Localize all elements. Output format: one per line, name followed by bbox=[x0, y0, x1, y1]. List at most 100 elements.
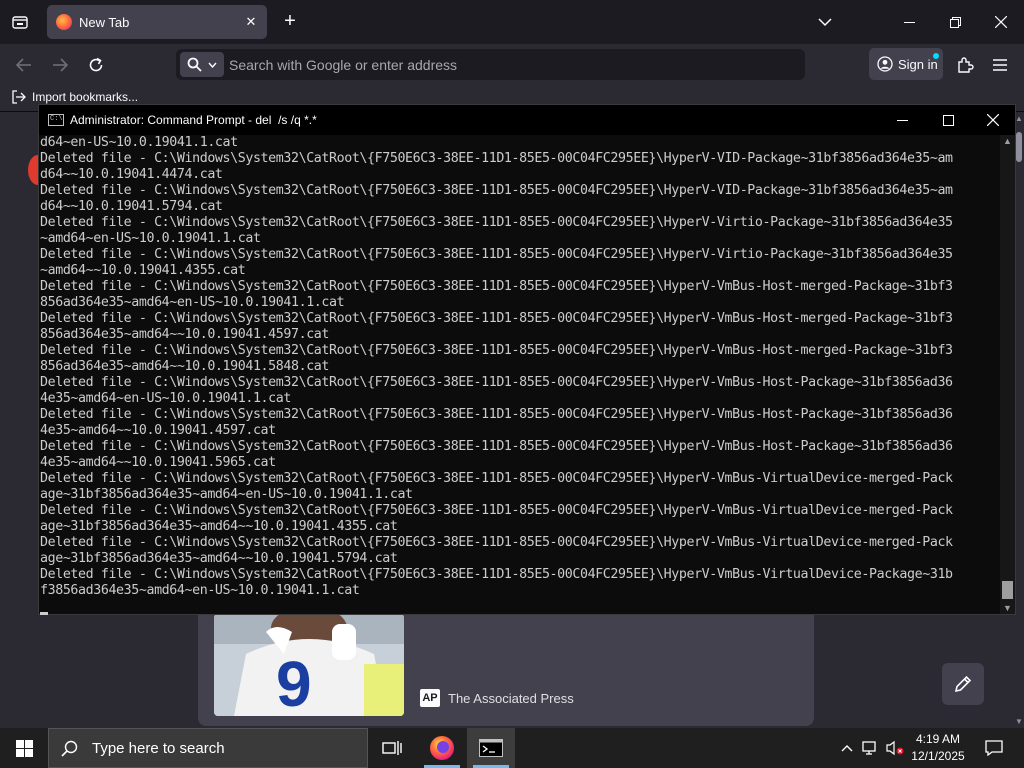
close-window-button[interactable] bbox=[978, 0, 1024, 44]
taskbar-command-prompt[interactable] bbox=[467, 728, 515, 768]
cmd-title-bar[interactable]: C:\ Administrator: Command Prompt - del … bbox=[39, 105, 1015, 135]
cmd-output-line: Deleted file - C:\Windows\System32\CatRo… bbox=[40, 215, 953, 230]
import-bookmarks-button[interactable]: Import bookmarks... bbox=[12, 90, 138, 104]
cmd-output-line: Deleted file - C:\Windows\System32\CatRo… bbox=[40, 375, 953, 390]
cmd-output-line: Deleted file - C:\Windows\System32\CatRo… bbox=[40, 343, 953, 358]
story-image[interactable]: 9 bbox=[214, 614, 404, 716]
cmd-output-line: Deleted file - C:\Windows\System32\CatRo… bbox=[40, 471, 953, 486]
football-player-image: 9 bbox=[214, 614, 404, 716]
import-icon bbox=[12, 90, 26, 104]
cmd-output-line: Deleted file - C:\Windows\System32\CatRo… bbox=[40, 279, 953, 294]
action-center-button[interactable] bbox=[976, 728, 1012, 768]
close-icon bbox=[995, 16, 1007, 28]
sign-in-label: Sign in bbox=[898, 56, 938, 72]
ap-logo-icon: AP bbox=[420, 689, 440, 707]
cmd-output-line: f3856ad364e35~amd64~en-US~10.0.19041.1.c… bbox=[40, 583, 360, 598]
cmd-output-line: 4e35~amd64~~10.0.19041.4597.cat bbox=[40, 423, 276, 438]
start-button[interactable] bbox=[0, 728, 48, 768]
clock-time: 4:19 AM bbox=[915, 732, 961, 746]
arrow-left-icon bbox=[16, 58, 31, 72]
cmd-output-line: Deleted file - C:\Windows\System32\CatRo… bbox=[40, 535, 953, 550]
address-bar[interactable] bbox=[176, 49, 805, 80]
cmd-output-line: age~31bf3856ad364e35~amd64~~10.0.19041.4… bbox=[40, 519, 398, 534]
puzzle-icon bbox=[958, 57, 974, 73]
forward-button[interactable] bbox=[47, 52, 73, 78]
notification-dot bbox=[933, 53, 939, 59]
command-prompt-icon: C:\ bbox=[48, 114, 64, 126]
cmd-output-line: 856ad364e35~amd64~~10.0.19041.5848.cat bbox=[40, 359, 330, 374]
firefox-icon bbox=[430, 736, 454, 760]
tab-title: New Tab bbox=[79, 14, 130, 30]
customize-button[interactable] bbox=[942, 663, 984, 705]
browser-tab-bar: New Tab ✕ + bbox=[0, 0, 1024, 44]
pencil-icon bbox=[954, 675, 972, 693]
volume-button[interactable] bbox=[884, 728, 906, 768]
extensions-button[interactable] bbox=[953, 53, 977, 77]
search-icon bbox=[187, 57, 202, 72]
scroll-down-icon[interactable]: ▼ bbox=[1003, 603, 1012, 613]
tab-new-tab[interactable]: New Tab ✕ bbox=[47, 5, 267, 39]
restore-button[interactable] bbox=[932, 0, 978, 44]
scrollbar-thumb[interactable] bbox=[1016, 132, 1022, 162]
list-all-tabs-button[interactable] bbox=[815, 12, 835, 32]
cmd-output-line: Deleted file - C:\Windows\System32\CatRo… bbox=[40, 247, 953, 262]
chevron-down-icon bbox=[208, 62, 217, 68]
search-icon bbox=[61, 740, 78, 757]
cmd-close-button[interactable] bbox=[970, 105, 1016, 135]
reload-button[interactable] bbox=[83, 52, 109, 78]
close-icon bbox=[987, 114, 999, 126]
cmd-output-line: Deleted file - C:\Windows\System32\CatRo… bbox=[40, 311, 953, 326]
task-view-button[interactable] bbox=[368, 728, 416, 768]
cmd-output-line: Deleted file - C:\Windows\System32\CatRo… bbox=[40, 567, 953, 582]
search-engine-button[interactable] bbox=[180, 52, 224, 77]
cmd-output-line: Deleted file - C:\Windows\System32\CatRo… bbox=[40, 503, 953, 518]
cmd-minimize-button[interactable] bbox=[879, 105, 925, 135]
taskbar: 4:19 AM 12/1/2025 bbox=[0, 728, 1024, 768]
sign-in-button[interactable]: Sign in bbox=[869, 48, 943, 80]
minimize-icon bbox=[903, 21, 915, 23]
cmd-output-line: ~amd64~~10.0.19041.4355.cat bbox=[40, 263, 246, 278]
account-icon bbox=[877, 56, 893, 72]
cmd-scrollbar[interactable]: ▲ ▼ bbox=[1000, 135, 1015, 614]
taskbar-search-input[interactable] bbox=[92, 739, 352, 757]
windows-logo-icon bbox=[15, 739, 33, 757]
cmd-output-line: ~amd64~en-US~10.0.19041.1.cat bbox=[40, 231, 261, 246]
show-hidden-icons-button[interactable] bbox=[838, 728, 856, 768]
taskbar-search-box[interactable] bbox=[48, 728, 368, 768]
back-button[interactable] bbox=[11, 52, 37, 78]
address-input[interactable] bbox=[229, 49, 789, 80]
scroll-up-icon[interactable]: ▲ bbox=[1003, 136, 1012, 146]
firefox-favicon-icon bbox=[56, 14, 72, 30]
scroll-up-icon[interactable]: ▲ bbox=[1015, 114, 1023, 123]
command-prompt-icon bbox=[479, 739, 503, 757]
cmd-output-line: Deleted file - C:\Windows\System32\CatRo… bbox=[40, 151, 953, 166]
restore-icon bbox=[949, 16, 961, 28]
cmd-output-line: d64~~10.0.19041.4474.cat bbox=[40, 167, 223, 182]
new-tab-button[interactable]: + bbox=[279, 10, 301, 32]
notification-icon bbox=[985, 740, 1003, 756]
firefox-view-button[interactable] bbox=[8, 10, 32, 34]
tab-close-icon[interactable]: ✕ bbox=[241, 12, 261, 32]
taskbar-firefox[interactable] bbox=[418, 728, 466, 768]
cmd-output-line: d64~en-US~10.0.19041.1.cat bbox=[40, 135, 238, 150]
chevron-up-icon bbox=[841, 745, 853, 752]
cmd-maximize-button[interactable] bbox=[925, 105, 971, 135]
cmd-output-line: d64~~10.0.19041.5794.cat bbox=[40, 199, 223, 214]
scroll-down-icon[interactable]: ▼ bbox=[1015, 717, 1023, 726]
cmd-output-line: 4e35~amd64~~10.0.19041.5965.cat bbox=[40, 455, 276, 470]
taskbar-clock[interactable]: 4:19 AM 12/1/2025 bbox=[905, 731, 971, 765]
command-prompt-window[interactable]: C:\ Administrator: Command Prompt - del … bbox=[38, 104, 1016, 615]
minimize-button[interactable] bbox=[886, 0, 932, 44]
network-button[interactable] bbox=[860, 728, 882, 768]
import-bookmarks-label: Import bookmarks... bbox=[32, 90, 139, 104]
cmd-output-line: Deleted file - C:\Windows\System32\CatRo… bbox=[40, 183, 953, 198]
maximize-icon bbox=[942, 114, 954, 126]
cmd-output[interactable]: d64~en-US~10.0.19041.1.cat Deleted file -… bbox=[39, 135, 1001, 614]
cmd-window-title: Administrator: Command Prompt - del /s /… bbox=[70, 113, 317, 127]
firefox-view-icon bbox=[12, 16, 28, 29]
cmd-scrollbar-thumb[interactable] bbox=[1002, 581, 1013, 599]
arrow-right-icon bbox=[53, 58, 68, 72]
app-menu-button[interactable] bbox=[988, 53, 1012, 77]
desktop-screen: New Tab ✕ + Sign in bbox=[0, 0, 1024, 768]
cmd-output-line: Deleted file - C:\Windows\System32\CatRo… bbox=[40, 407, 953, 422]
